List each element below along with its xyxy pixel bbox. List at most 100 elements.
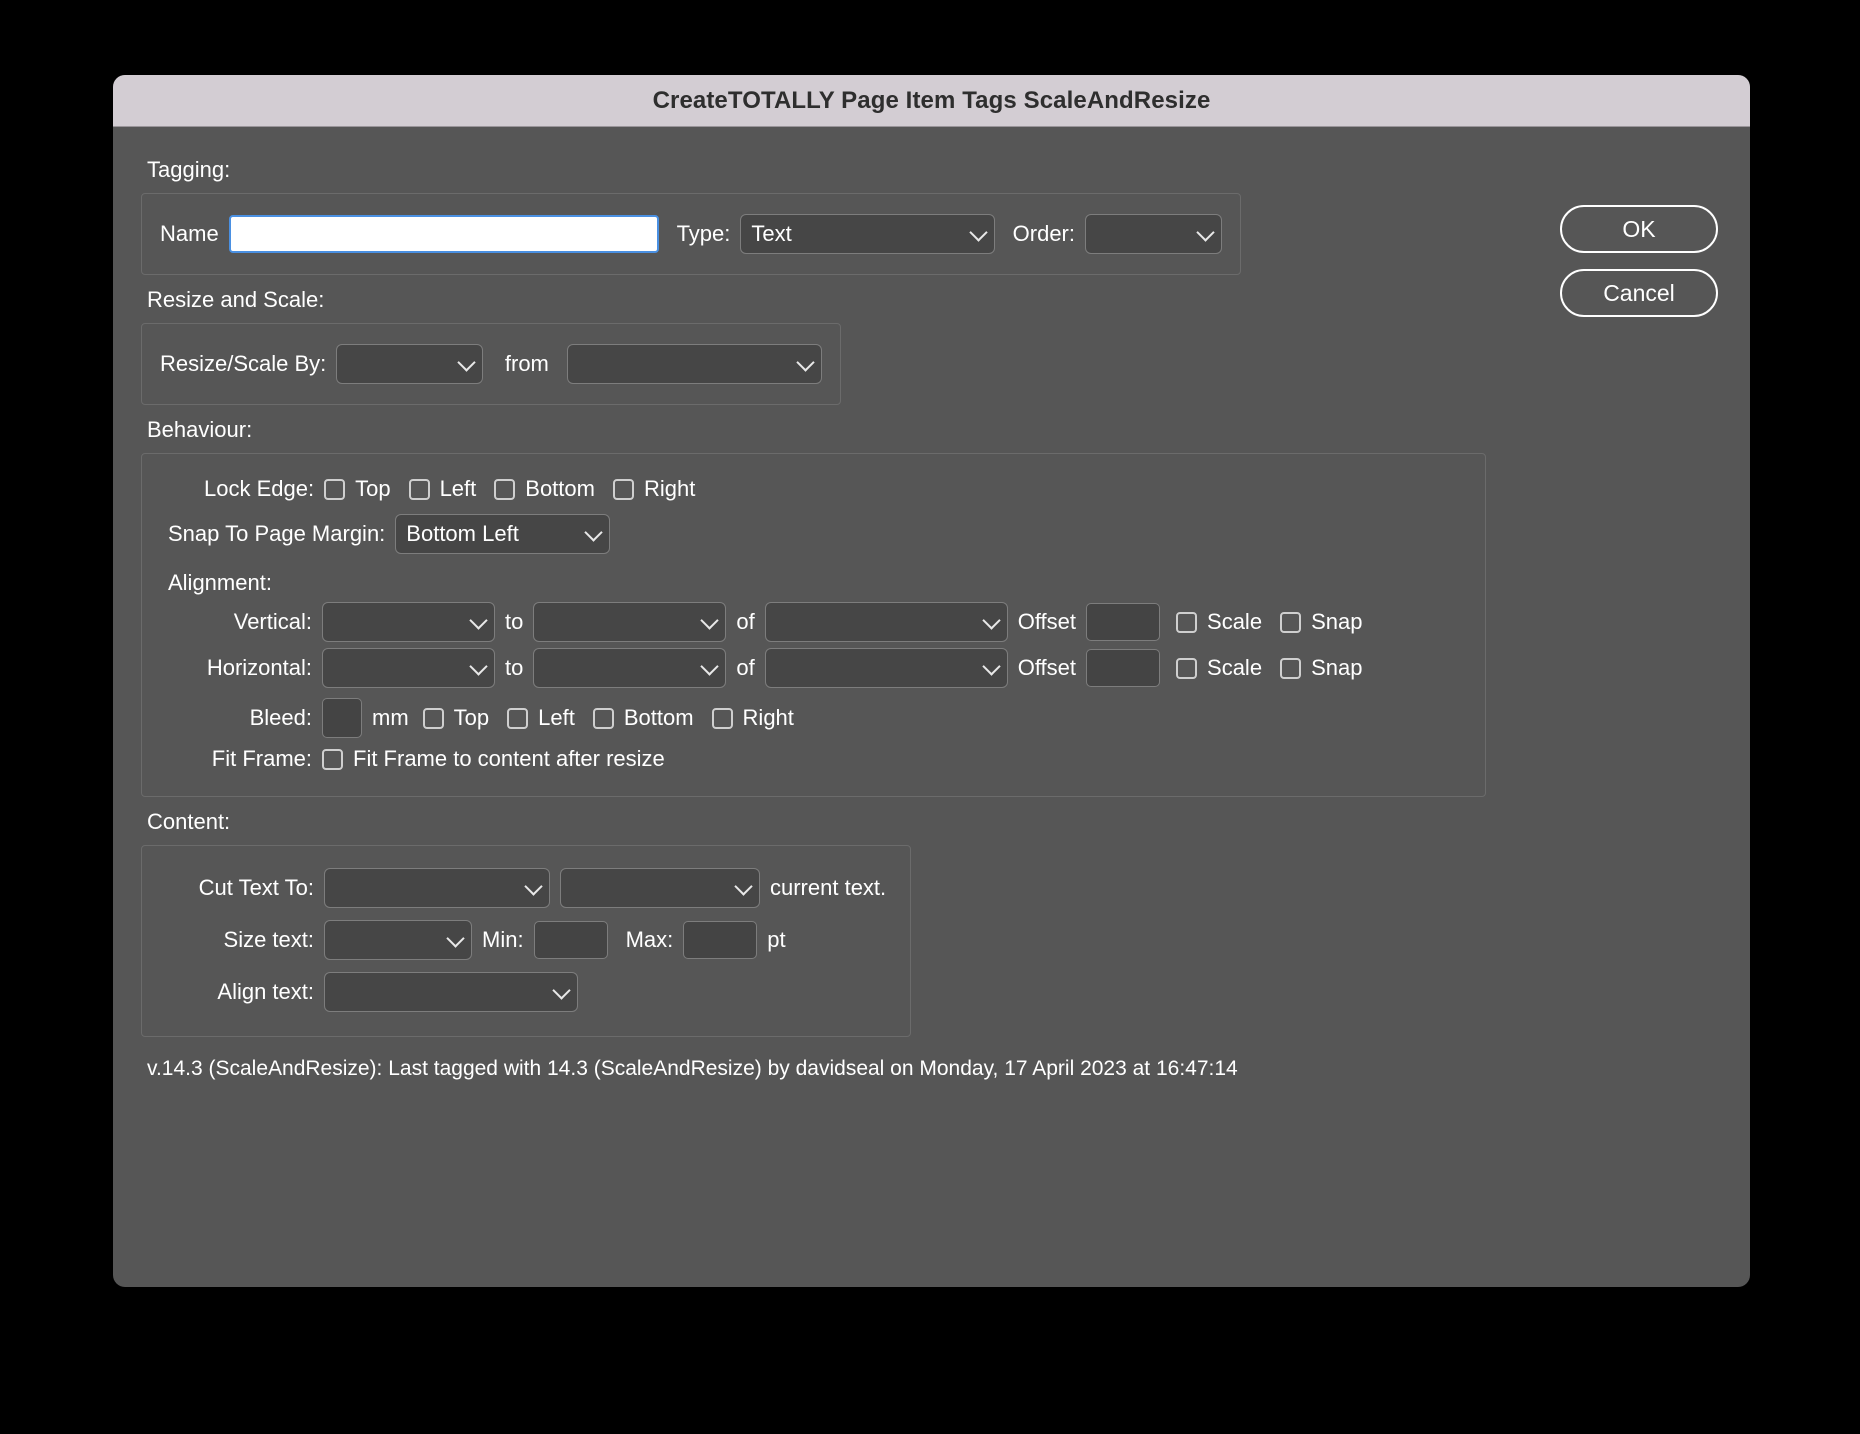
vertical-scale-label: Scale — [1207, 609, 1263, 634]
bleed-right-checkbox[interactable] — [711, 707, 733, 729]
behaviour-group: Lock Edge: Top Left Bottom Right Snap To… — [141, 453, 1486, 797]
dialog-action-buttons: OK Cancel — [1560, 205, 1718, 317]
horizontal-label: Horizontal: — [206, 655, 312, 680]
vertical-scale-checkbox[interactable] — [1176, 611, 1198, 633]
horizontal-snap-label: Snap — [1311, 655, 1363, 680]
horizontal-offset-input[interactable] — [1086, 649, 1161, 687]
lock-edge-top-checkbox[interactable] — [324, 478, 346, 500]
name-input[interactable] — [228, 215, 659, 253]
vertical-to-label: to — [505, 609, 524, 634]
horizontal-scale-label: Scale — [1207, 655, 1263, 680]
tagging-section-label: Tagging: — [147, 157, 231, 182]
chevron-down-icon — [982, 657, 1001, 676]
dialog-window: CreateTOTALLY Page Item Tags ScaleAndRes… — [113, 75, 1750, 1287]
chevron-down-icon — [469, 657, 488, 676]
vertical-to-dropdown[interactable] — [533, 602, 727, 642]
cut-text-to-dropdown[interactable] — [324, 868, 550, 908]
chevron-down-icon — [1196, 223, 1215, 242]
chevron-down-icon — [584, 523, 603, 542]
from-dropdown[interactable] — [566, 344, 822, 384]
min-label: Min: — [482, 927, 524, 952]
behaviour-section-label: Behaviour: — [147, 417, 253, 442]
order-label: Order: — [1012, 221, 1075, 246]
order-dropdown[interactable] — [1085, 214, 1222, 254]
tagging-group: Name Type: Text Order: — [141, 193, 1241, 275]
fit-frame-label: Fit Frame: — [211, 746, 312, 771]
chevron-down-icon — [457, 353, 476, 372]
vertical-label: Vertical: — [233, 609, 312, 634]
horizontal-offset-label: Offset — [1017, 655, 1077, 680]
bleed-unit-label: mm — [372, 705, 409, 730]
resize-scale-by-label: Resize/Scale By: — [160, 351, 327, 376]
horizontal-to-dropdown[interactable] — [533, 648, 727, 688]
vertical-offset-input[interactable] — [1086, 603, 1161, 641]
content-section-label: Content: — [147, 809, 231, 834]
type-label: Type: — [676, 221, 731, 246]
window-title: CreateTOTALLY Page Item Tags ScaleAndRes… — [652, 86, 1211, 114]
horizontal-of-dropdown[interactable] — [764, 648, 1008, 688]
chevron-down-icon — [734, 877, 753, 896]
bleed-top-label: Top — [453, 705, 490, 730]
from-label: from — [504, 351, 549, 376]
max-label: Max: — [625, 927, 674, 952]
bleed-left-label: Left — [538, 705, 575, 730]
horizontal-of-label: of — [736, 655, 755, 680]
chevron-down-icon — [552, 981, 571, 1000]
horizontal-to-label: to — [505, 655, 524, 680]
bleed-top-checkbox[interactable] — [422, 707, 444, 729]
status-text: v.14.3 (ScaleAndResize): Last tagged wit… — [147, 1057, 1238, 1080]
bleed-label: Bleed: — [249, 705, 312, 730]
chevron-down-icon — [446, 929, 465, 948]
bleed-bottom-checkbox[interactable] — [592, 707, 614, 729]
lock-edge-bottom-label: Bottom — [525, 476, 595, 501]
chevron-down-icon — [982, 611, 1001, 630]
chevron-down-icon — [700, 611, 720, 630]
size-text-dropdown[interactable] — [324, 920, 472, 960]
lock-edge-bottom-checkbox[interactable] — [494, 478, 516, 500]
bleed-input[interactable] — [322, 698, 362, 738]
type-dropdown-value: Text — [751, 221, 792, 246]
vertical-of-label: of — [736, 609, 755, 634]
lock-edge-right-label: Right — [643, 476, 696, 501]
vertical-snap-checkbox[interactable] — [1280, 611, 1302, 633]
horizontal-snap-checkbox[interactable] — [1280, 657, 1302, 679]
vertical-offset-label: Offset — [1017, 609, 1077, 634]
name-label: Name — [160, 221, 219, 246]
vertical-align-dropdown[interactable] — [322, 602, 495, 642]
type-dropdown[interactable]: Text — [740, 214, 995, 254]
snap-margin-dropdown[interactable]: Bottom Left — [395, 514, 611, 554]
title-bar: CreateTOTALLY Page Item Tags ScaleAndRes… — [113, 75, 1750, 127]
min-input[interactable] — [533, 921, 608, 959]
lock-edge-left-checkbox[interactable] — [408, 478, 430, 500]
alignment-label: Alignment: — [168, 570, 272, 595]
horizontal-align-dropdown[interactable] — [322, 648, 495, 688]
lock-edge-label: Lock Edge: — [204, 476, 315, 501]
cancel-button[interactable]: Cancel — [1560, 269, 1718, 317]
resize-scale-by-dropdown[interactable] — [336, 344, 483, 384]
cut-text-scope-dropdown[interactable] — [560, 868, 760, 908]
horizontal-scale-checkbox[interactable] — [1176, 657, 1198, 679]
align-text-label: Align text: — [217, 979, 314, 1004]
fit-frame-checkbox[interactable] — [322, 748, 343, 770]
vertical-of-dropdown[interactable] — [764, 602, 1008, 642]
content-group: Cut Text To: current text. Size text: Mi… — [141, 845, 911, 1037]
fit-frame-option-label: Fit Frame to content after resize — [353, 746, 665, 771]
snap-margin-label: Snap To Page Margin: — [168, 521, 386, 546]
chevron-down-icon — [524, 877, 543, 896]
ok-button[interactable]: OK — [1560, 205, 1718, 253]
bleed-left-checkbox[interactable] — [507, 707, 529, 729]
resize-scale-group: Resize/Scale By: from — [141, 323, 841, 405]
lock-edge-top-label: Top — [355, 476, 391, 501]
pt-unit-label: pt — [767, 927, 786, 952]
chevron-down-icon — [469, 611, 488, 630]
current-text-label: current text. — [770, 875, 887, 900]
cut-text-to-label: Cut Text To: — [198, 875, 314, 900]
align-text-dropdown[interactable] — [324, 972, 578, 1012]
resize-scale-section-label: Resize and Scale: — [147, 287, 325, 312]
size-text-label: Size text: — [223, 927, 314, 952]
lock-edge-left-label: Left — [439, 476, 477, 501]
lock-edge-right-checkbox[interactable] — [612, 478, 634, 500]
max-input[interactable] — [683, 921, 758, 959]
bleed-right-label: Right — [742, 705, 794, 730]
chevron-down-icon — [796, 353, 815, 372]
